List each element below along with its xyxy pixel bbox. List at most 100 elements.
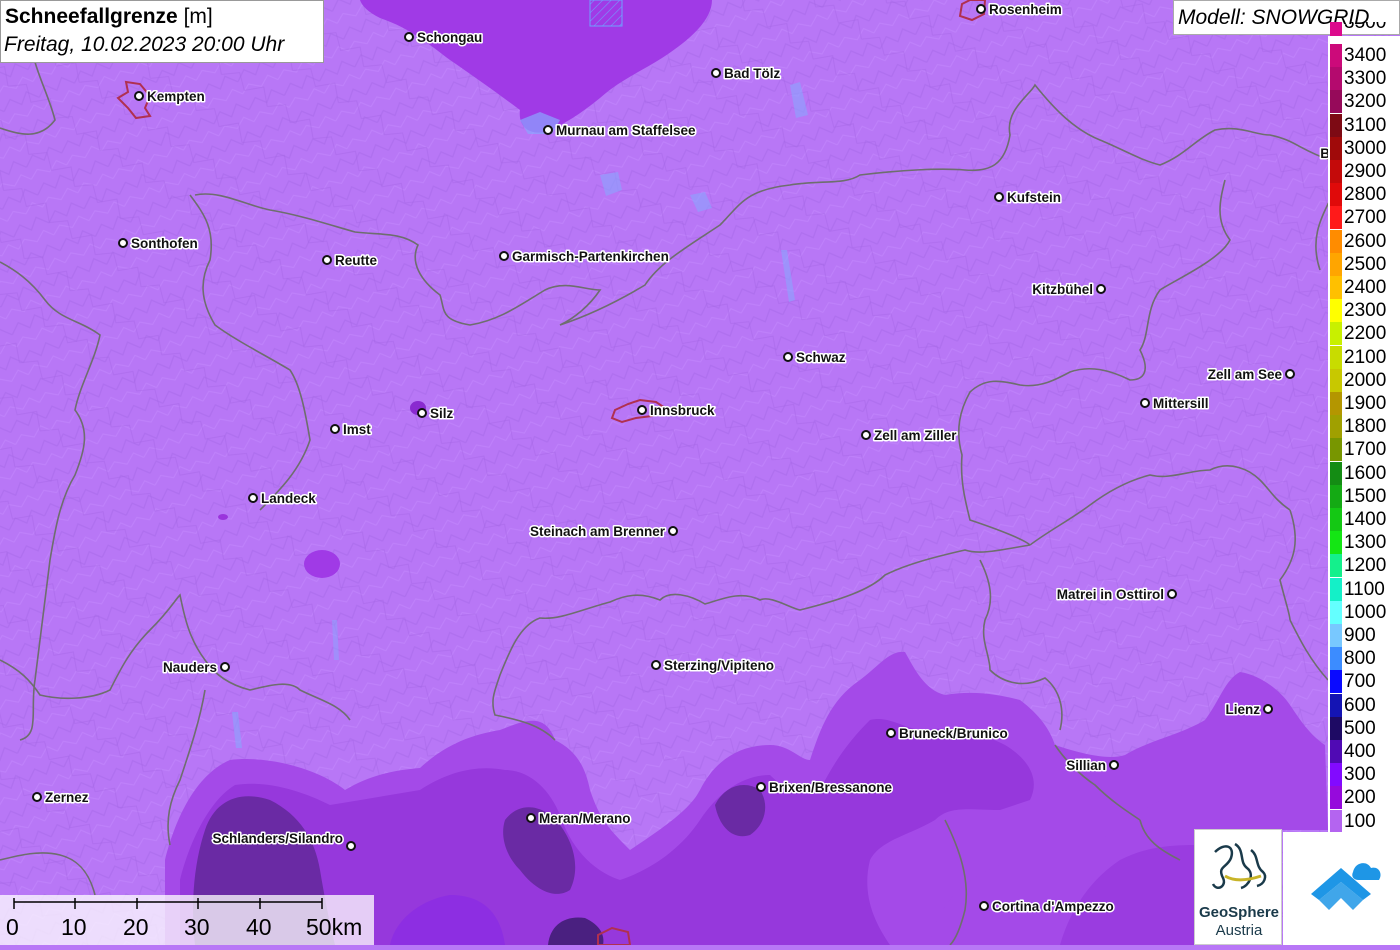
legend-item: 3300 <box>1328 67 1400 91</box>
city-marker[interactable] <box>330 424 340 434</box>
legend-swatch <box>1330 809 1342 833</box>
city-marker[interactable] <box>1263 704 1273 714</box>
city-label: Schlanders/Silandro <box>212 831 343 846</box>
city-label: Garmisch-Partenkirchen <box>512 249 669 264</box>
city-marker[interactable] <box>668 526 678 536</box>
city-label: Kempten <box>147 89 205 104</box>
legend-item-top: 3500 <box>1328 22 1400 36</box>
geosphere-logo-icon <box>1211 842 1267 890</box>
legend-swatch <box>1330 252 1342 276</box>
legend-swatch <box>1330 160 1342 183</box>
legend-swatch <box>1330 508 1342 531</box>
legend-swatch <box>1330 647 1342 671</box>
legend-item: 1100 <box>1328 577 1400 601</box>
city-label: Kufstein <box>1007 190 1061 205</box>
city-label: Reutte <box>335 253 377 268</box>
city-marker[interactable] <box>1109 760 1119 770</box>
city-marker[interactable] <box>32 792 42 802</box>
legend-swatch <box>1330 461 1342 485</box>
legend-swatch <box>1330 531 1342 555</box>
city-marker[interactable] <box>404 32 414 42</box>
legend-item: 1500 <box>1328 484 1400 508</box>
legend-item: 3200 <box>1328 90 1400 114</box>
snowgrid-logo[interactable] <box>1283 832 1400 945</box>
city-marker[interactable] <box>1285 369 1295 379</box>
city-label: Sonthofen <box>131 236 198 251</box>
legend-item: 2900 <box>1328 160 1400 183</box>
city-marker[interactable] <box>783 352 793 362</box>
city-marker[interactable] <box>994 192 1004 202</box>
city-marker[interactable] <box>499 251 509 261</box>
city-marker[interactable] <box>651 660 661 670</box>
legend-swatch <box>1330 763 1342 787</box>
city-marker[interactable] <box>711 68 721 78</box>
legend-label: 2800 <box>1344 184 1387 206</box>
city-marker[interactable] <box>220 662 230 672</box>
legend-swatch <box>1330 624 1342 647</box>
city-marker[interactable] <box>543 125 553 135</box>
city-marker[interactable] <box>526 813 536 823</box>
city-label: Nauders <box>163 660 217 675</box>
city-label: Innsbruck <box>650 403 715 418</box>
city-marker[interactable] <box>861 430 871 440</box>
forecast-datetime: Freitag, 10.02.2023 20:00 Uhr <box>4 33 285 56</box>
city-marker[interactable] <box>1167 589 1177 599</box>
legend-swatch <box>1330 206 1342 230</box>
legend-label: 3500 <box>1344 22 1387 33</box>
city-label: Matrei in Osttirol <box>1057 587 1164 602</box>
city-marker[interactable] <box>134 91 144 101</box>
city-marker[interactable] <box>248 493 258 503</box>
city-marker[interactable] <box>637 405 647 415</box>
city-marker[interactable] <box>979 901 989 911</box>
legend-item: 800 <box>1328 647 1400 671</box>
city-marker[interactable] <box>346 841 356 851</box>
geosphere-logo[interactable]: GeoSphere Austria <box>1194 829 1282 945</box>
legend-label: 3300 <box>1344 68 1387 90</box>
legend-item: 2800 <box>1328 183 1400 207</box>
city-label: Brixen/Bressanone <box>769 780 893 795</box>
legend-label: 3100 <box>1344 114 1387 136</box>
legend-item: 3000 <box>1328 136 1400 160</box>
parameter-unit: [m] <box>183 5 213 28</box>
legend-label: 2200 <box>1344 323 1387 345</box>
legend-item: 2700 <box>1328 206 1400 230</box>
legend-swatch <box>1330 670 1342 694</box>
city-marker[interactable] <box>417 408 427 418</box>
legend-item: 500 <box>1328 716 1400 740</box>
city-label: Lienz <box>1225 702 1260 717</box>
scale-tick-label: 30 <box>184 914 210 940</box>
scale-bar: 0 10 20 30 40 50km <box>0 895 374 945</box>
legend-swatch <box>1330 368 1342 392</box>
legend-label: 800 <box>1344 648 1376 670</box>
legend-item: 1000 <box>1328 600 1400 624</box>
legend-swatch <box>1330 322 1342 346</box>
legend-swatch <box>1330 554 1342 578</box>
city-marker[interactable] <box>118 238 128 248</box>
legend-label: 1500 <box>1344 485 1387 507</box>
legend-swatch <box>1330 183 1342 207</box>
city-marker[interactable] <box>886 728 896 738</box>
city-label: Bruneck/Brunico <box>899 726 1008 741</box>
city-label: Cortina d'Ampezzo <box>992 899 1114 914</box>
city-marker[interactable] <box>1140 398 1150 408</box>
city-marker[interactable] <box>976 4 986 14</box>
legend-swatch <box>1330 600 1342 624</box>
legend-label: 1000 <box>1344 601 1387 623</box>
legend-swatch <box>1330 229 1342 253</box>
legend-label: 500 <box>1344 717 1376 739</box>
legend-item: 400 <box>1328 740 1400 763</box>
legend-item: 3100 <box>1328 113 1400 137</box>
city-label: Mittersill <box>1153 396 1209 411</box>
legend-swatch <box>1330 276 1342 299</box>
legend-swatch <box>1330 90 1342 114</box>
legend-item: 2100 <box>1328 345 1400 369</box>
legend-item: 600 <box>1328 693 1400 717</box>
city-marker[interactable] <box>1096 284 1106 294</box>
city-label: Schwaz <box>796 350 846 365</box>
legend-item: 300 <box>1328 763 1400 787</box>
city-marker[interactable] <box>322 255 332 265</box>
snowline-blob <box>304 550 340 578</box>
legend-label: 1100 <box>1344 578 1385 600</box>
city-marker[interactable] <box>756 782 766 792</box>
snowfall-map[interactable]: Rosenheim Schongau Bad Tölz Kempten Murnau a… <box>0 0 1400 945</box>
